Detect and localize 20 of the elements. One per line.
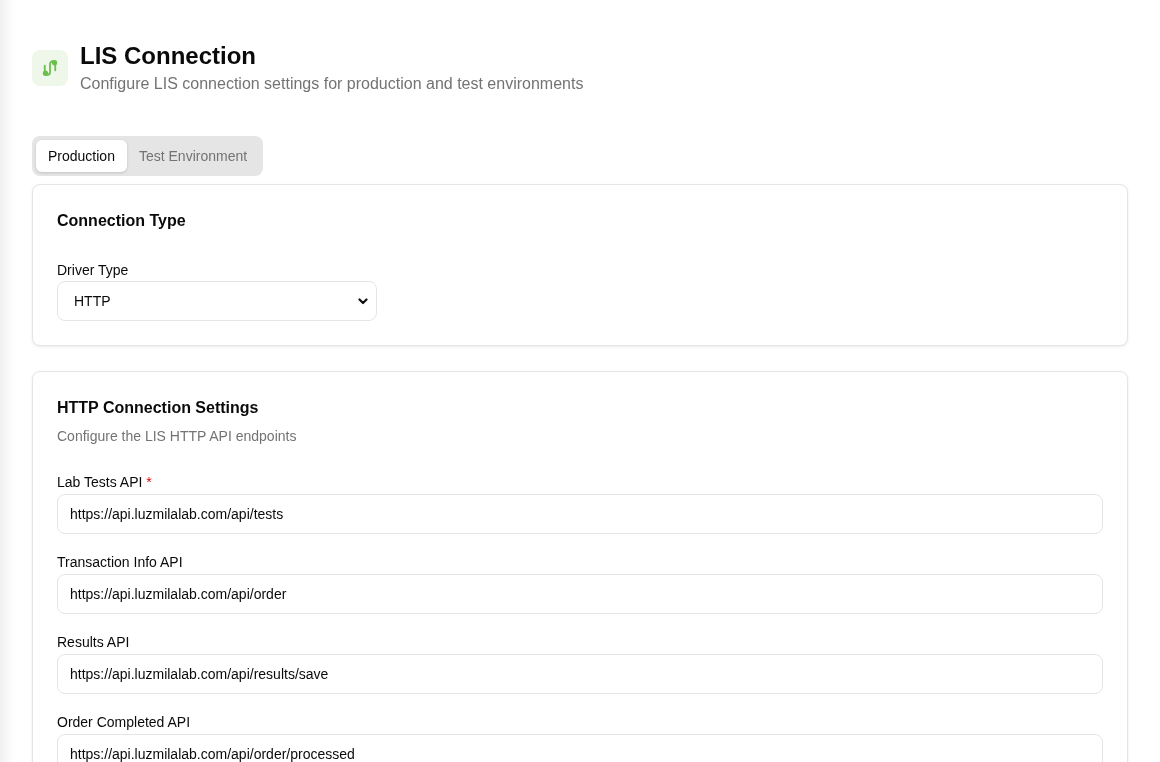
page-subtitle: Configure LIS connection settings for production and test environments [80, 74, 584, 94]
required-mark: * [146, 473, 152, 492]
field-label: Order Completed API [57, 713, 191, 732]
card-title: HTTP Connection Settings [57, 398, 260, 418]
page-title: LIS Connection [80, 41, 257, 71]
driver-type-select[interactable]: HTTP [57, 281, 377, 321]
field-label: Results API [57, 633, 130, 652]
tab[interactable]: Test Environment [126, 140, 260, 172]
route-icon [32, 50, 68, 86]
field-label: Transaction Info API [57, 553, 183, 572]
chevron-down-icon [358, 297, 368, 305]
field-label: Lab Tests API [57, 473, 143, 492]
url-input[interactable]: https://api.luzmilalab.com/api/order [57, 574, 1103, 614]
field-label: Driver Type [57, 261, 130, 280]
card-title: Connection Type [57, 211, 187, 231]
url-input[interactable]: https://api.luzmilalab.com/api/results/save [57, 654, 1103, 694]
tab[interactable]: Production [36, 140, 127, 172]
url-input[interactable]: https://api.luzmilalab.com/api/tests [57, 494, 1103, 534]
card-description: Configure the LIS HTTP API endpoints [57, 427, 298, 446]
url-input[interactable]: https://api.luzmilalab.com/api/order/processed [57, 734, 1103, 762]
